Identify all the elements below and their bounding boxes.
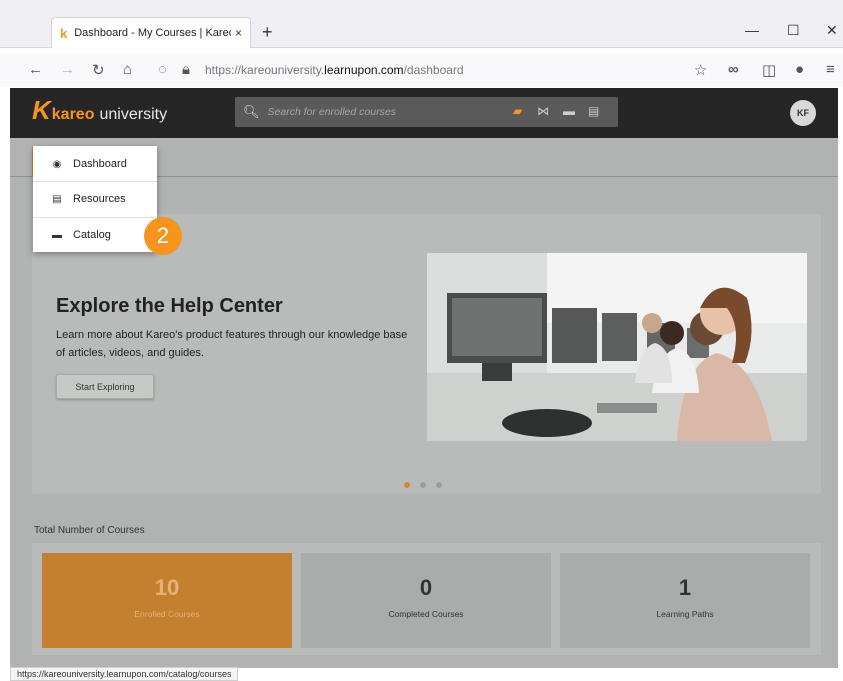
carousel-dot[interactable] [404, 482, 410, 488]
step-number-badge: 2 [144, 217, 182, 255]
sidebar-icon[interactable]: ◫ [762, 61, 776, 79]
stat-label: Learning Paths [656, 609, 714, 619]
extension-icon[interactable]: ∞ [728, 61, 739, 78]
forward-arrow-icon[interactable]: → [60, 61, 75, 78]
logo-kareo: kareo [51, 106, 95, 123]
url-host: learnupon.com [324, 63, 404, 77]
page-edge [838, 88, 843, 681]
search-bar: 🔍︎ [235, 97, 618, 127]
menu-item-dashboard[interactable]: ◉ Dashboard [33, 146, 157, 182]
stat-card-enrolled[interactable]: 10 Enrolled Courses [42, 553, 292, 648]
carousel-dot[interactable] [420, 482, 426, 488]
avatar[interactable]: KF [790, 100, 816, 126]
carousel-dots [404, 482, 442, 488]
carousel-dot[interactable] [436, 482, 442, 488]
menu-item-label: Resources [73, 193, 126, 205]
browser-tab[interactable]: k Dashboard - My Courses | Kareo × [51, 17, 251, 48]
address-bar[interactable]: https://kareouniversity.learnupon.com/da… [205, 63, 464, 77]
courses-book-icon[interactable]: ▰ [513, 104, 522, 118]
folder-icon: ▬ [52, 229, 62, 241]
menu-item-label: Catalog [73, 229, 111, 241]
reload-icon[interactable]: ↻ [92, 61, 105, 79]
stat-value: 0 [419, 575, 433, 600]
menu-item-label: Dashboard [73, 158, 127, 170]
stat-label: Enrolled Courses [134, 609, 200, 619]
close-window-button[interactable]: ✕ [826, 22, 838, 39]
dashboard-icon: ◉ [52, 158, 62, 170]
search-input[interactable] [267, 106, 488, 118]
stat-value: 1 [678, 575, 692, 600]
stat-label: Completed Courses [388, 609, 464, 619]
total-courses-label: Total Number of Courses [34, 525, 145, 536]
navigation-dropdown-menu: ◉ Dashboard ▤ Resources ▬ Catalog [33, 146, 157, 252]
lock-icon: 🔒︎ [182, 61, 190, 78]
course-stats: 10 Enrolled Courses 0 Completed Courses … [32, 543, 821, 655]
learning-paths-icon[interactable]: ⋈ [537, 104, 549, 118]
menu-item-resources[interactable]: ▤ Resources [33, 181, 157, 217]
url-prefix: https://kareouniversity. [205, 63, 325, 77]
call-center-photo [427, 253, 807, 441]
url-path: /dashboard [403, 63, 464, 77]
menu-hamburger-icon[interactable]: ≡ [826, 61, 835, 78]
kareo-university-logo[interactable]: K kareo university [32, 95, 168, 125]
search-icon[interactable]: 🔍︎ [243, 104, 260, 120]
bookmark-star-icon[interactable]: ☆ [694, 61, 707, 79]
status-bar-url: https://kareouniversity.learnupon.com/ca… [10, 667, 239, 681]
start-exploring-button[interactable]: Start Exploring [56, 374, 154, 399]
stat-value: 10 [154, 575, 180, 600]
document-icon: ▤ [52, 193, 62, 205]
hero-description: Learn more about Kareo's product feature… [56, 329, 408, 359]
home-icon[interactable]: ⌂ [123, 61, 132, 78]
hero-title: Explore the Help Center [56, 295, 283, 317]
kareo-favicon-icon: k [60, 25, 68, 41]
logo-k: K [32, 95, 51, 125]
tab-close-icon[interactable]: × [235, 26, 242, 40]
stat-card-learning-paths[interactable]: 1 Learning Paths [560, 553, 810, 648]
logo-university: university [99, 106, 168, 123]
back-arrow-icon[interactable]: ← [28, 61, 43, 78]
browser-tab-bar: k Dashboard - My Courses | Kareo × + — ☐… [0, 0, 843, 48]
minimize-button[interactable]: — [745, 22, 759, 38]
stat-card-completed[interactable]: 0 Completed Courses [301, 553, 551, 648]
folder-icon[interactable]: ▬ [563, 104, 575, 118]
tab-title: Dashboard - My Courses | Kareo [74, 27, 231, 39]
help-center-carousel: Explore the Help Center Learn more about… [32, 214, 821, 494]
document-icon[interactable]: ▤ [588, 104, 599, 118]
account-icon[interactable]: ● [795, 61, 804, 78]
app-header: K kareo university 🔍︎ ▰ ⋈ ▬ ▤ KF [10, 88, 838, 138]
new-tab-button[interactable]: + [262, 22, 273, 43]
menu-item-catalog[interactable]: ▬ Catalog [33, 217, 157, 253]
browser-nav-bar: ← → ↻ ⌂ ◌ 🔒︎ https://kareouniversity.lea… [0, 53, 843, 87]
shield-icon[interactable]: ◌ [158, 61, 167, 78]
maximize-button[interactable]: ☐ [787, 22, 800, 39]
